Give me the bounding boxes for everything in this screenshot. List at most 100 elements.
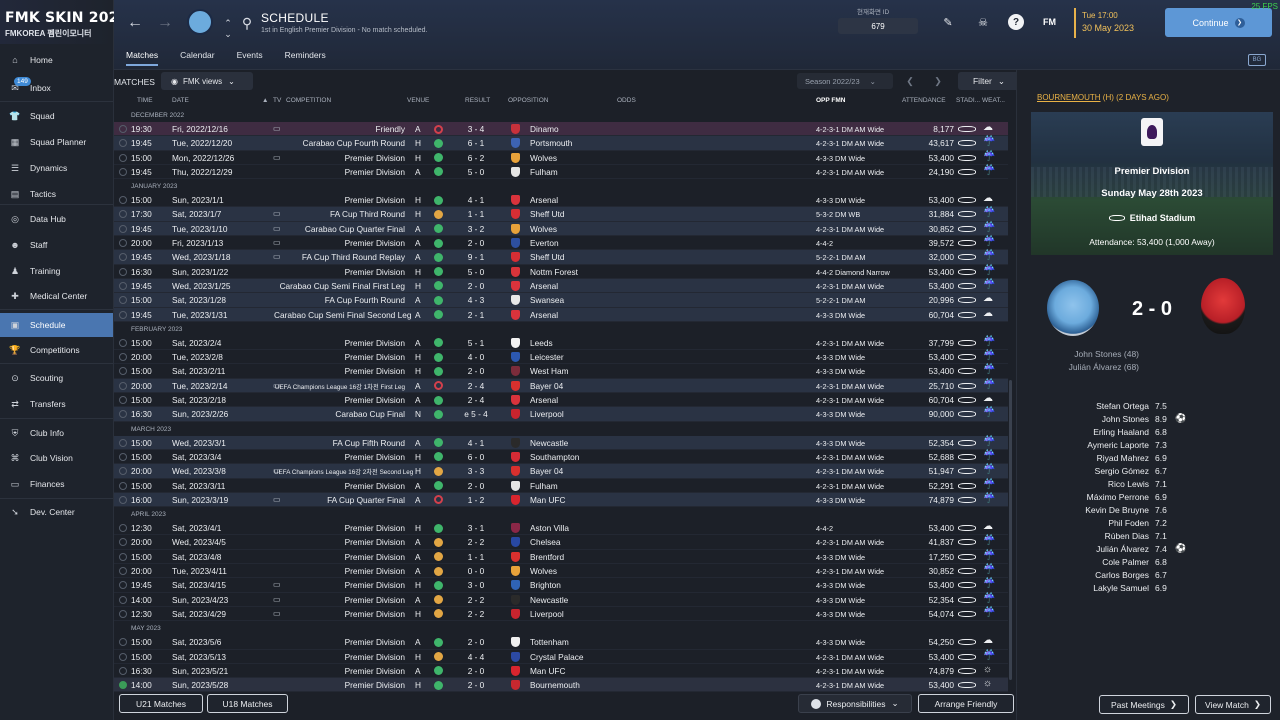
col-tv[interactable]: TV xyxy=(273,97,281,104)
match-opposition[interactable]: Leicester xyxy=(530,352,564,362)
sidebar-item-dynamics[interactable]: ☰ Dynamics xyxy=(0,156,113,180)
continue-button[interactable]: Continue ❯ xyxy=(1165,8,1272,37)
match-competition[interactable]: Premier Division xyxy=(274,338,405,348)
match-result[interactable]: 2 - 0 xyxy=(459,666,493,676)
sidebar-item-transfers[interactable]: ⇄ Transfers xyxy=(0,392,113,416)
match-result[interactable]: 2 - 0 xyxy=(459,281,493,291)
match-result[interactable]: 2 - 0 xyxy=(459,366,493,376)
table-row[interactable]: 16:30 Sun, 2023/2/26 Carabao Cup Final Ne 5… xyxy=(114,407,1008,422)
match-opposition[interactable]: Everton xyxy=(530,238,559,248)
match-opposition[interactable]: Bayer 04 xyxy=(530,466,563,476)
table-row[interactable]: 20:00 Tue, 2023/4/11 Premier Division A 0 - … xyxy=(114,564,1008,579)
match-opposition[interactable]: Arsenal xyxy=(530,395,558,405)
table-row[interactable]: 19:45 Wed, 2023/1/25 Carabao Cup Semi Fina… xyxy=(114,278,1008,294)
match-result[interactable]: 4 - 1 xyxy=(459,195,493,205)
match-opposition[interactable]: Swansea xyxy=(530,295,564,305)
match-competition[interactable]: Carabao Cup Final xyxy=(274,409,405,419)
sidebar-item-scouting[interactable]: ⊙ Scouting xyxy=(0,366,113,390)
match-competition[interactable]: Premier Division xyxy=(274,680,405,690)
match-opposition[interactable]: Arsenal xyxy=(530,281,558,291)
match-result[interactable]: 4 - 4 xyxy=(459,652,493,662)
sidebar-item-medical-center[interactable]: ✚ Medical Center xyxy=(0,284,113,308)
pencil-icon[interactable]: ✎ xyxy=(940,14,956,30)
match-opposition[interactable]: Liverpool xyxy=(530,409,564,419)
table-row[interactable]: 20:00 Tue, 2023/2/14 ▭ UEFA Champions Leagu… xyxy=(114,378,1008,394)
sidebar-item-club-vision[interactable]: ⌘ Club Vision xyxy=(0,446,113,470)
match-competition[interactable]: Premier Division xyxy=(274,452,405,462)
match-result[interactable]: 1 - 1 xyxy=(459,552,493,562)
away-crest[interactable] xyxy=(1201,278,1245,334)
match-opposition[interactable]: Man UFC xyxy=(530,495,566,505)
match-competition[interactable]: Premier Division xyxy=(274,195,405,205)
match-competition[interactable]: Carabao Cup Fourth Round xyxy=(274,138,405,148)
table-row[interactable]: 19:30 Fri, 2022/12/16 ▭ Friendly A 3 - 4 Dinam… xyxy=(114,122,1008,137)
player-rating-row[interactable]: Sergio Gómez 6.7 xyxy=(1067,466,1217,479)
sidebar-item-data-hub[interactable]: ◎ Data Hub xyxy=(0,207,113,231)
match-competition[interactable]: Premier Division xyxy=(274,481,405,491)
match-result[interactable]: 5 - 0 xyxy=(459,167,493,177)
match-result[interactable]: 2 - 0 xyxy=(459,680,493,690)
match-result[interactable]: 3 - 0 xyxy=(459,580,493,590)
match-result[interactable]: 6 - 1 xyxy=(459,138,493,148)
table-row[interactable]: 14:00 Sun, 2023/4/23 ▭ Premier Division A 2 -… xyxy=(114,593,1008,607)
table-row[interactable]: 15:00 Sat, 2023/3/4 Premier Division H 6 - 0… xyxy=(114,450,1008,465)
match-competition[interactable]: Premier Division xyxy=(274,153,405,163)
match-opposition[interactable]: Wolves xyxy=(530,566,557,576)
season-select[interactable]: Season 2022/23 ⌄ xyxy=(797,73,893,89)
match-competition[interactable]: Premier Division xyxy=(274,652,405,662)
recent-match-link[interactable]: BOURNEMOUTH (H) (2 DAYS AGO) xyxy=(1037,93,1169,102)
match-opposition[interactable]: Wolves xyxy=(530,153,557,163)
match-opposition[interactable]: Bournemouth xyxy=(530,680,580,690)
table-row[interactable]: 12:30 Sat, 2023/4/29 ▭ Premier Division H 2 -… xyxy=(114,607,1008,622)
match-opposition[interactable]: Portsmouth xyxy=(530,138,572,148)
next-season-icon[interactable]: ❯ xyxy=(927,73,949,89)
match-competition[interactable]: FA Cup Third Round xyxy=(274,209,405,219)
tab-events[interactable]: Events xyxy=(237,50,263,66)
match-result[interactable]: 1 - 1 xyxy=(459,209,493,219)
match-result[interactable]: 3 - 1 xyxy=(459,523,493,533)
match-result[interactable]: 4 - 3 xyxy=(459,295,493,305)
back-arrow-icon[interactable]: ← xyxy=(122,10,148,36)
table-row[interactable]: 15:00 Sat, 2023/5/13 Premier Division H 4 - … xyxy=(114,650,1008,664)
home-crest[interactable] xyxy=(1047,280,1099,336)
match-result[interactable]: 2 - 4 xyxy=(459,395,493,405)
col-attendance[interactable]: ATTENDANCE xyxy=(902,97,946,104)
table-row[interactable]: 19:45 Sat, 2023/4/15 ▭ Premier Division H 3 -… xyxy=(114,578,1008,593)
table-row[interactable]: 15:00 Sat, 2023/2/11 Premier Division H 2 - … xyxy=(114,364,1008,379)
match-competition[interactable]: UEFA Champions League 16강 2차전 Second Leg xyxy=(274,467,413,476)
table-row[interactable]: 16:00 Sun, 2023/3/19 ▭ FA Cup Quarter Final… xyxy=(114,492,1008,508)
match-opposition[interactable]: Wolves xyxy=(530,224,557,234)
tab-matches[interactable]: Matches xyxy=(126,50,159,66)
match-opposition[interactable]: Chelsea xyxy=(530,537,560,547)
player-rating-row[interactable]: Julián Álvarez 7.4 ⚽ xyxy=(1067,543,1217,557)
sidebar-item-staff[interactable]: ☻ Staff xyxy=(0,233,113,257)
match-opposition[interactable]: Sheff Utd xyxy=(530,252,564,262)
sidebar-item-dev-center[interactable]: ➘ Dev. Center xyxy=(0,500,113,524)
col-result[interactable]: RESULT xyxy=(465,97,490,104)
sidebar-item-competitions[interactable]: 🏆 Competitions xyxy=(0,338,113,362)
scrollbar[interactable] xyxy=(1009,380,1012,680)
search-icon[interactable]: ⚲ xyxy=(234,10,260,36)
recent-opponent-link[interactable]: BOURNEMOUTH xyxy=(1037,93,1101,102)
player-rating-row[interactable]: Riyad Mahrez 6.9 xyxy=(1067,453,1217,466)
match-competition[interactable]: FA Cup Quarter Final xyxy=(274,495,405,505)
player-rating-row[interactable]: Kevin De Bruyne 7.6 xyxy=(1067,505,1217,518)
u18-matches-button[interactable]: U18 Matches xyxy=(207,694,288,713)
match-competition[interactable]: Premier Division xyxy=(274,352,405,362)
match-result[interactable]: 3 - 4 xyxy=(459,124,493,134)
match-result[interactable]: 4 - 0 xyxy=(459,352,493,362)
tab-reminders[interactable]: Reminders xyxy=(285,50,326,66)
sidebar-item-tactics[interactable]: ▤ Tactics xyxy=(0,182,113,206)
match-result[interactable]: 2 - 2 xyxy=(459,609,493,619)
match-competition[interactable]: Premier Division xyxy=(274,552,405,562)
background-toggle-icon[interactable]: BG xyxy=(1248,54,1266,66)
match-result[interactable]: 2 - 0 xyxy=(459,481,493,491)
match-opposition[interactable]: Bayer 04 xyxy=(530,381,563,391)
match-result[interactable]: 3 - 2 xyxy=(459,224,493,234)
table-row[interactable]: 19:45 Thu, 2022/12/29 Premier Division A 5 -… xyxy=(114,165,1008,180)
match-opposition[interactable]: Newcastle xyxy=(530,595,568,605)
col-opposition[interactable]: OPPOSITION xyxy=(508,97,548,104)
player-rating-row[interactable]: Carlos Borges 6.7 xyxy=(1067,570,1217,583)
player-rating-row[interactable]: Lakyle Samuel 6.9 xyxy=(1067,583,1217,596)
match-competition[interactable]: Premier Division xyxy=(274,666,405,676)
